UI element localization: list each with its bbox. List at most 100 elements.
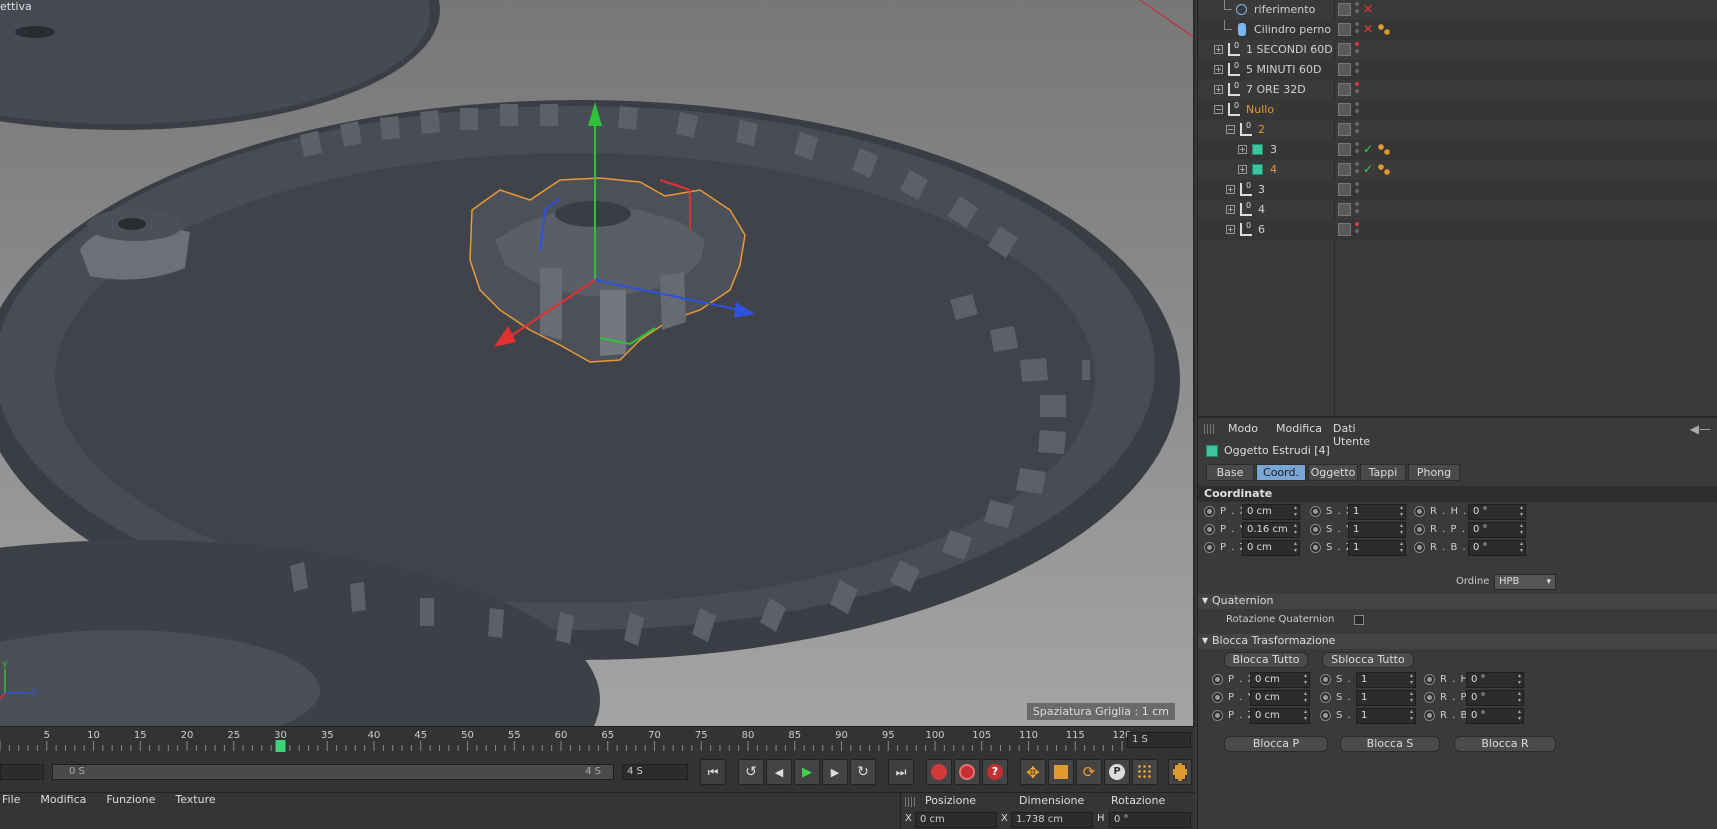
expand-toggle-icon[interactable]: − xyxy=(1214,105,1223,114)
animate-radio-icon[interactable] xyxy=(1204,542,1215,553)
prev-key-button[interactable]: ↺ xyxy=(738,759,764,785)
tab-base[interactable]: Base xyxy=(1206,464,1254,481)
animate-radio-icon[interactable] xyxy=(1310,542,1321,553)
animate-radio-icon[interactable] xyxy=(1414,524,1425,535)
layer-visibility-icon[interactable] xyxy=(1338,23,1351,36)
render-editor-dots-icon[interactable] xyxy=(1355,22,1359,36)
quaternion-rotation-checkbox[interactable] xyxy=(1354,615,1364,625)
lock-all-button[interactable]: Blocca Tutto xyxy=(1224,652,1308,668)
layer-visibility-icon[interactable] xyxy=(1338,123,1351,136)
object-row[interactable]: +3 ✓ xyxy=(1198,140,1717,160)
section-quaternion[interactable]: ▼ Quaternion xyxy=(1198,594,1717,609)
coord-rot-h-field[interactable]: 0 ° xyxy=(1109,812,1191,828)
layer-visibility-icon[interactable] xyxy=(1338,223,1351,236)
back-arrow-icon[interactable]: ◀— xyxy=(1690,422,1711,436)
prev-frame-button[interactable]: ◀ xyxy=(766,759,792,785)
rp-field[interactable]: 0 ° xyxy=(1466,690,1524,706)
animate-radio-icon[interactable] xyxy=(1212,692,1223,703)
rp-field[interactable]: 0 ° xyxy=(1468,522,1526,538)
sx-field[interactable]: 1 xyxy=(1356,672,1416,688)
tab-tappi[interactable]: Tappi xyxy=(1360,464,1406,481)
object-row[interactable]: +0 6 xyxy=(1198,220,1717,240)
layer-visibility-icon[interactable] xyxy=(1338,43,1351,56)
expand-toggle-icon[interactable]: + xyxy=(1214,85,1223,94)
px-field[interactable]: 0 cm xyxy=(1242,504,1300,520)
material-tag-icon[interactable] xyxy=(1378,164,1391,175)
rh-field[interactable]: 0 ° xyxy=(1468,504,1526,520)
lock-position-button[interactable]: Blocca P xyxy=(1224,736,1328,752)
material-tag-icon[interactable] xyxy=(1378,144,1391,155)
render-editor-dots-icon[interactable] xyxy=(1355,222,1359,236)
menu-modifica[interactable]: Modifica xyxy=(1276,422,1322,435)
rh-field[interactable]: 0 ° xyxy=(1466,672,1524,688)
material-tag-icon[interactable] xyxy=(1378,24,1391,35)
menu-texture[interactable]: Texture xyxy=(175,793,215,811)
sy-field[interactable]: 1 xyxy=(1356,690,1416,706)
lock-rotation-button[interactable]: Blocca R xyxy=(1454,736,1556,752)
px-field[interactable]: 0 cm xyxy=(1250,672,1310,688)
menu-modo[interactable]: Modo xyxy=(1228,422,1258,435)
tab-coord[interactable]: Coord. xyxy=(1256,464,1306,481)
pz-field[interactable]: 0 cm xyxy=(1242,540,1300,556)
timeline-ruler[interactable]: 5 10 15 20 25 30 35 40 45 50 55 60 65 70 75 80 85 90 95 100… xyxy=(0,726,1195,753)
render-editor-dots-icon[interactable] xyxy=(1355,182,1359,196)
expand-toggle-icon[interactable]: + xyxy=(1238,165,1247,174)
enabled-check-icon[interactable]: ✓ xyxy=(1363,162,1373,176)
menu-modifica[interactable]: Modifica xyxy=(40,793,86,811)
menu-file[interactable]: File xyxy=(2,793,20,811)
expand-toggle-icon[interactable]: + xyxy=(1226,185,1235,194)
coord-pos-x-field[interactable]: 0 cm xyxy=(915,812,997,828)
record-button[interactable] xyxy=(926,759,952,785)
play-button[interactable]: ▶ xyxy=(794,759,820,785)
unlock-all-button[interactable]: Sblocca Tutto xyxy=(1322,652,1414,668)
layer-visibility-icon[interactable] xyxy=(1338,143,1351,156)
record-rotation-button[interactable]: ⟳ xyxy=(1076,759,1102,785)
rb-field[interactable]: 0 ° xyxy=(1466,708,1524,724)
coord-size-x-field[interactable]: 1.738 cm xyxy=(1011,812,1093,828)
render-editor-dots-icon[interactable] xyxy=(1355,82,1359,96)
expand-toggle-icon[interactable]: + xyxy=(1238,145,1247,154)
tab-oggetto[interactable]: Oggetto xyxy=(1308,464,1358,481)
layer-visibility-icon[interactable] xyxy=(1338,163,1351,176)
object-row[interactable]: +0 5 MINUTI 60D xyxy=(1198,60,1717,80)
expand-toggle-icon[interactable]: + xyxy=(1214,45,1223,54)
py-field[interactable]: 0.16 cm xyxy=(1242,522,1300,538)
animate-radio-icon[interactable] xyxy=(1320,674,1331,685)
expand-toggle-icon[interactable]: + xyxy=(1214,65,1223,74)
order-select[interactable]: HPB xyxy=(1494,574,1556,590)
layer-visibility-icon[interactable] xyxy=(1338,103,1351,116)
sz-field[interactable]: 1 xyxy=(1356,708,1416,724)
record-pla-button[interactable] xyxy=(1132,759,1158,785)
timeline-window-button[interactable] xyxy=(1168,759,1192,785)
range-end-field[interactable]: 4 S xyxy=(622,764,688,780)
animate-radio-icon[interactable] xyxy=(1212,674,1223,685)
object-row[interactable]: +0 7 ORE 32D xyxy=(1198,80,1717,100)
lock-scale-button[interactable]: Blocca S xyxy=(1340,736,1440,752)
enabled-check-icon[interactable]: ✓ xyxy=(1363,142,1373,156)
sy-field[interactable]: 1 xyxy=(1348,522,1406,538)
go-to-start-button[interactable]: ⏮ xyxy=(700,759,726,785)
animate-radio-icon[interactable] xyxy=(1310,506,1321,517)
animate-radio-icon[interactable] xyxy=(1204,506,1215,517)
object-row[interactable]: +0 3 xyxy=(1198,180,1717,200)
animate-radio-icon[interactable] xyxy=(1212,710,1223,721)
render-editor-dots-icon[interactable] xyxy=(1355,42,1359,56)
render-editor-dots-icon[interactable] xyxy=(1355,62,1359,76)
object-row[interactable]: −0 Nullo xyxy=(1198,100,1717,120)
object-row[interactable]: −0 2 xyxy=(1198,120,1717,140)
next-frame-button[interactable]: ▶ xyxy=(822,759,848,785)
render-editor-dots-icon[interactable] xyxy=(1355,162,1359,176)
py-field[interactable]: 0 cm xyxy=(1250,690,1310,706)
animate-radio-icon[interactable] xyxy=(1424,674,1435,685)
rb-field[interactable]: 0 ° xyxy=(1468,540,1526,556)
object-row[interactable]: Cilindro perno ✕ xyxy=(1198,20,1717,40)
animate-radio-icon[interactable] xyxy=(1414,506,1425,517)
sz-field[interactable]: 1 xyxy=(1348,540,1406,556)
section-lock-transform[interactable]: ▼ Blocca Trasformazione xyxy=(1198,634,1717,649)
3d-viewport[interactable]: ettiva Y Z Spaziatura Griglia : 1 cm xyxy=(0,0,1195,726)
render-editor-dots-icon[interactable] xyxy=(1355,202,1359,216)
autokey-button[interactable] xyxy=(954,759,980,785)
tab-phong[interactable]: Phong xyxy=(1408,464,1460,481)
animate-radio-icon[interactable] xyxy=(1414,542,1425,553)
expand-toggle-icon[interactable]: − xyxy=(1226,125,1235,134)
